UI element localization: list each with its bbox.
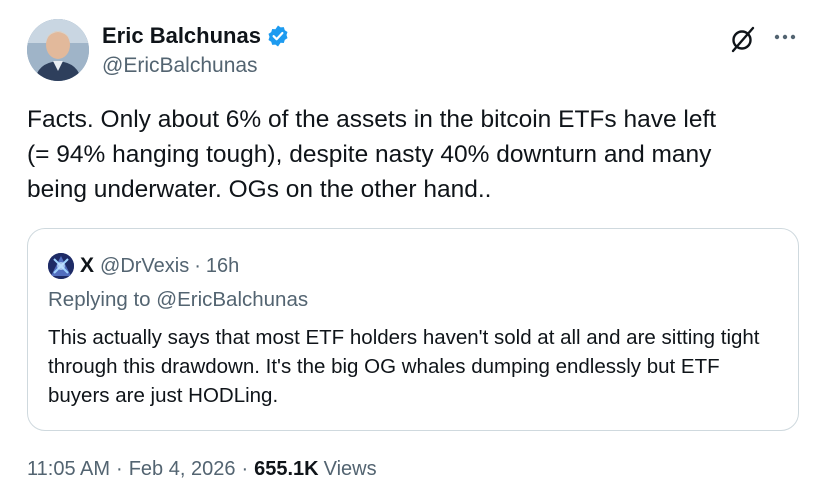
separator-dot: ·: [194, 254, 201, 277]
quoted-author-handle[interactable]: @DrVexis: [100, 255, 189, 278]
author-handle[interactable]: @EricBalchunas: [102, 54, 290, 78]
author-avatar[interactable]: [27, 19, 89, 81]
avatar-image: [27, 19, 89, 81]
tweet: Eric Balchunas @EricBalchunas Facts. Onl…: [0, 0, 828, 504]
views-count: 655.1K: [254, 458, 319, 480]
author-block: Eric Balchunas @EricBalchunas: [102, 22, 290, 78]
quoted-tweet[interactable]: X @DrVexis · 16h Replying to @EricBalchu…: [27, 228, 799, 431]
separator-dot: ·: [241, 458, 249, 480]
quoted-header: X @DrVexis · 16h: [48, 251, 239, 281]
quoted-text: This actually says that most ETF holders…: [48, 326, 760, 407]
name-row: Eric Balchunas: [102, 22, 290, 50]
author-display-name[interactable]: Eric Balchunas: [102, 23, 261, 49]
verified-badge-icon[interactable]: [266, 24, 290, 48]
grok-icon[interactable]: [728, 24, 758, 54]
tweet-meta: 11:05 AM · Feb 4, 2026 · 655.1K Views: [27, 458, 377, 481]
quoted-author-name[interactable]: X: [80, 254, 94, 278]
replying-to-line: Replying to @EricBalchunas: [48, 288, 308, 312]
quoted-avatar[interactable]: [48, 253, 74, 279]
replying-to-mention[interactable]: @EricBalchunas: [156, 288, 308, 311]
replying-prefix: Replying to: [48, 288, 151, 311]
tweet-text: Facts. Only about 6% of the assets in th…: [27, 106, 717, 203]
tweet-date[interactable]: Feb 4, 2026: [129, 458, 236, 481]
quoted-timestamp[interactable]: 16h: [206, 255, 239, 278]
separator-dot: ·: [116, 458, 123, 480]
views-label: Views: [323, 458, 377, 480]
more-icon[interactable]: [770, 22, 800, 52]
tweet-time[interactable]: 11:05 AM: [27, 458, 110, 481]
